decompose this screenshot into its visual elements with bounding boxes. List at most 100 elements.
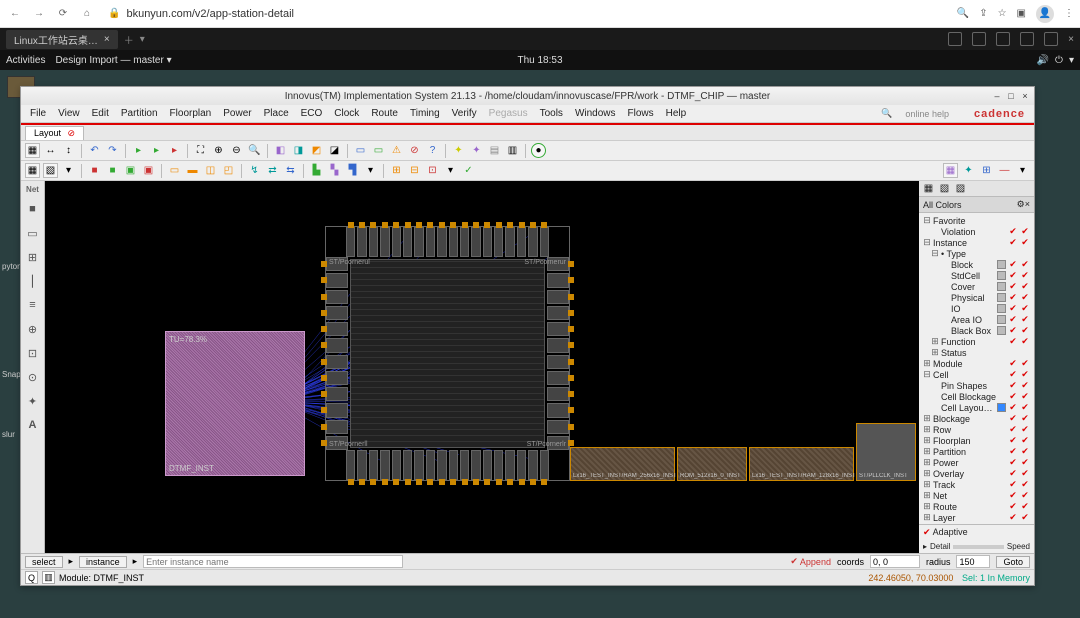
expand-icon[interactable]: ⊞ bbox=[923, 512, 931, 523]
io-pad[interactable] bbox=[471, 450, 480, 480]
io-pad[interactable] bbox=[326, 306, 348, 320]
lp-icon-1[interactable]: ▦ bbox=[922, 182, 935, 195]
layer-row[interactable]: Area IO✔✔ bbox=[921, 314, 1032, 325]
expand-icon[interactable]: ⊟ bbox=[923, 237, 931, 248]
detail-chevron-icon[interactable]: ▸ bbox=[923, 542, 927, 551]
power-icon[interactable]: ⏻ bbox=[1055, 55, 1063, 66]
io-pad[interactable] bbox=[437, 227, 446, 257]
io-pad[interactable] bbox=[326, 290, 348, 304]
zoom-fit-icon[interactable]: ⛶ bbox=[193, 143, 208, 158]
menu-power[interactable]: Power bbox=[218, 106, 256, 121]
io-pad[interactable] bbox=[326, 273, 348, 287]
io-pad[interactable] bbox=[437, 450, 446, 480]
io-pad[interactable] bbox=[380, 227, 389, 257]
io-pad[interactable] bbox=[547, 290, 569, 304]
io-pad[interactable] bbox=[326, 371, 348, 385]
io-pad[interactable] bbox=[471, 227, 480, 257]
dd3-icon[interactable]: ▾ bbox=[443, 163, 458, 178]
layers-tree[interactable]: ⊟FavoriteViolation✔✔⊟Instance✔✔⊟• TypeBl… bbox=[919, 213, 1034, 524]
layer-row[interactable]: ⊞Power✔✔ bbox=[921, 457, 1032, 468]
net-icon-2[interactable]: ⇄ bbox=[265, 163, 280, 178]
home-icon[interactable]: ⌂ bbox=[78, 5, 96, 23]
io-pad[interactable] bbox=[449, 227, 458, 257]
visibility-check-icon[interactable]: ✔ bbox=[1020, 270, 1030, 281]
io-pad[interactable] bbox=[414, 450, 423, 480]
visibility-check-icon[interactable]: ✔ bbox=[1008, 358, 1018, 369]
layer-row[interactable]: ⊞Status bbox=[921, 347, 1032, 358]
session-icon-4[interactable] bbox=[1020, 32, 1034, 46]
io-pad[interactable] bbox=[449, 450, 458, 480]
visibility-check-icon[interactable]: ✔ bbox=[1020, 237, 1030, 248]
hl-icon-3[interactable]: ◩ bbox=[309, 143, 324, 158]
right-tool-dd[interactable]: ▾ bbox=[1015, 163, 1030, 178]
error-icon[interactable]: ⊘ bbox=[407, 143, 422, 158]
gnome-app-menu[interactable]: Design Import — master ▾ bbox=[55, 55, 171, 66]
layer-row[interactable]: ⊟Cell✔✔ bbox=[921, 369, 1032, 380]
visibility-check-icon[interactable]: ✔ bbox=[1008, 468, 1018, 479]
io-pad[interactable] bbox=[505, 227, 514, 257]
visibility-check-icon[interactable]: ✔ bbox=[1008, 479, 1018, 490]
edit-icon-1[interactable]: ■ bbox=[87, 163, 102, 178]
expand-icon[interactable]: ⊞ bbox=[923, 446, 931, 457]
visibility-check-icon[interactable]: ✔ bbox=[1020, 226, 1030, 237]
volume-icon[interactable]: 🔊 bbox=[1037, 55, 1049, 66]
misc-icon-2[interactable]: ✦ bbox=[469, 143, 484, 158]
zoom-sel-icon[interactable]: 🔍 bbox=[247, 143, 262, 158]
online-help-label[interactable]: online help bbox=[900, 107, 954, 121]
visibility-check-icon[interactable]: ✔ bbox=[1008, 457, 1018, 468]
io-pad[interactable] bbox=[540, 450, 549, 480]
visibility-check-icon[interactable]: ✔ bbox=[1020, 457, 1030, 468]
redo-icon[interactable]: ↷ bbox=[105, 143, 120, 158]
lt-icon-2[interactable]: ▭ bbox=[24, 224, 42, 242]
session-icon-1[interactable] bbox=[948, 32, 962, 46]
cmd-icon-2[interactable]: ▸ bbox=[149, 143, 164, 158]
expand-icon[interactable]: ⊞ bbox=[923, 424, 931, 435]
layer-row[interactable]: ⊞Module✔✔ bbox=[921, 358, 1032, 369]
expand-icon[interactable]: ⊞ bbox=[923, 435, 931, 446]
visibility-check-icon[interactable]: ✔ bbox=[1008, 292, 1018, 303]
io-pad[interactable] bbox=[505, 450, 514, 480]
goto-button[interactable]: Goto bbox=[996, 556, 1030, 568]
expand-icon[interactable]: ⊞ bbox=[923, 490, 931, 501]
session-icon-3[interactable] bbox=[996, 32, 1010, 46]
gnome-activities[interactable]: Activities bbox=[6, 55, 45, 66]
io-pad[interactable] bbox=[517, 227, 526, 257]
session-icon-2[interactable] bbox=[972, 32, 986, 46]
expand-icon[interactable]: ⊞ bbox=[923, 468, 931, 479]
align-icon-1[interactable]: ⊞ bbox=[389, 163, 404, 178]
tab-dropdown-icon[interactable]: ▾ bbox=[140, 34, 145, 45]
status-chevron-icon[interactable]: ▾ bbox=[1069, 55, 1074, 66]
visibility-check-icon[interactable]: ✔ bbox=[1020, 512, 1030, 523]
visibility-check-icon[interactable]: ✔ bbox=[1020, 303, 1030, 314]
menu-timing[interactable]: Timing bbox=[405, 106, 445, 121]
io-pad[interactable] bbox=[460, 227, 469, 257]
cmd-icon-3[interactable]: ▸ bbox=[167, 143, 182, 158]
misc-icon-3[interactable]: ▤ bbox=[487, 143, 502, 158]
io-pad[interactable] bbox=[403, 227, 412, 257]
io-pad[interactable] bbox=[326, 338, 348, 352]
visibility-check-icon[interactable]: ✔ bbox=[1020, 369, 1030, 380]
forward-icon[interactable]: → bbox=[30, 5, 48, 23]
chart-icon-1[interactable]: ▙ bbox=[309, 163, 324, 178]
visibility-check-icon[interactable]: ✔ bbox=[1008, 226, 1018, 237]
io-pad[interactable] bbox=[380, 450, 389, 480]
info-icon-1[interactable]: ▭ bbox=[353, 143, 368, 158]
chart-icon-2[interactable]: ▚ bbox=[327, 163, 342, 178]
io-pad[interactable] bbox=[326, 387, 348, 401]
visibility-check-icon[interactable]: ✔ bbox=[1008, 424, 1018, 435]
visibility-check-icon[interactable]: ✔ bbox=[1020, 424, 1030, 435]
layers-settings-icon[interactable]: ⚙× bbox=[1017, 199, 1030, 210]
right-tool-4[interactable]: — bbox=[997, 163, 1012, 178]
selector-icon[interactable]: ▦ bbox=[25, 143, 40, 158]
edit-icon-2[interactable]: ■ bbox=[105, 163, 120, 178]
expand-icon[interactable]: ⊞ bbox=[923, 413, 931, 424]
layer-row[interactable]: StdCell✔✔ bbox=[921, 270, 1032, 281]
visibility-check-icon[interactable]: ✔ bbox=[1008, 490, 1018, 501]
session-close-icon[interactable]: × bbox=[1068, 34, 1074, 45]
search-help-icon[interactable]: 🔍 bbox=[876, 106, 897, 121]
macro-block-3[interactable]: ST/PLLCLK_INST bbox=[856, 423, 916, 481]
io-pad[interactable] bbox=[483, 450, 492, 480]
io-pad[interactable] bbox=[426, 450, 435, 480]
visibility-check-icon[interactable]: ✔ bbox=[1020, 402, 1030, 413]
io-pad[interactable] bbox=[414, 227, 423, 257]
